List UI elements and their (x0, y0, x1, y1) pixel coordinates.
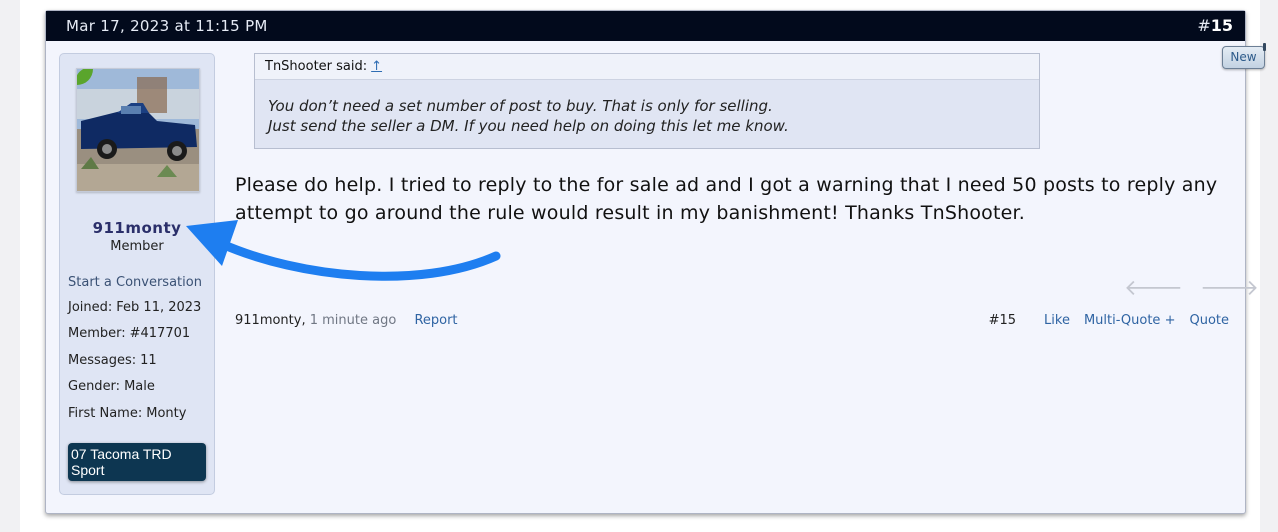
annotation-arrow-icon (186, 220, 501, 281)
